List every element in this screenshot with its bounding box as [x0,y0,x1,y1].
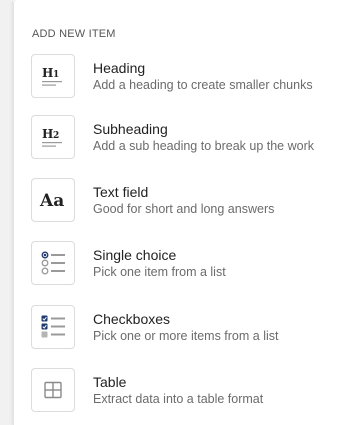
svg-text:2: 2 [53,131,59,141]
item-label: Subheading [93,120,168,137]
item-description: Extract data into a table format [93,391,264,406]
table-icon [31,368,75,412]
item-description: Add a heading to create smaller chunks [93,77,313,92]
section-title: ADD NEW ITEM [32,28,116,40]
radio-list-icon [31,241,75,285]
svg-text:H: H [42,127,53,141]
add-subheading-item[interactable]: H 2 Subheading Add a sub heading to brea… [31,111,338,163]
item-description: Add a sub heading to break up the work [93,138,314,153]
add-text-field-item[interactable]: Aa Text field Good for short and long an… [31,174,338,226]
add-new-item-panel: ADD NEW ITEM H 1 Heading Add a heading t… [13,0,338,425]
item-description: Pick one item from a list [93,264,226,279]
add-table-item[interactable]: Table Extract data into a table format [31,364,338,416]
item-label: Table [93,373,127,390]
add-checkboxes-item[interactable]: Checkboxes Pick one or more items from a… [31,301,338,353]
checkbox-list-icon [31,305,75,349]
item-description: Good for short and long answers [93,201,275,216]
heading-2-icon: H 2 [31,115,75,159]
background-edge [0,0,13,425]
item-label: Single choice [93,246,177,263]
add-heading-item[interactable]: H 1 Heading Add a heading to create smal… [31,50,338,102]
svg-text:H: H [42,66,53,80]
heading-1-icon: H 1 [31,54,75,98]
item-label: Text field [93,183,149,200]
svg-text:Aa: Aa [39,191,64,211]
add-single-choice-item[interactable]: Single choice Pick one item from a list [31,237,338,289]
item-description: Pick one or more items from a list [93,328,279,343]
svg-text:1: 1 [53,70,59,80]
text-field-icon: Aa [31,178,75,222]
item-label: Heading [93,59,146,76]
item-label: Checkboxes [93,310,171,327]
